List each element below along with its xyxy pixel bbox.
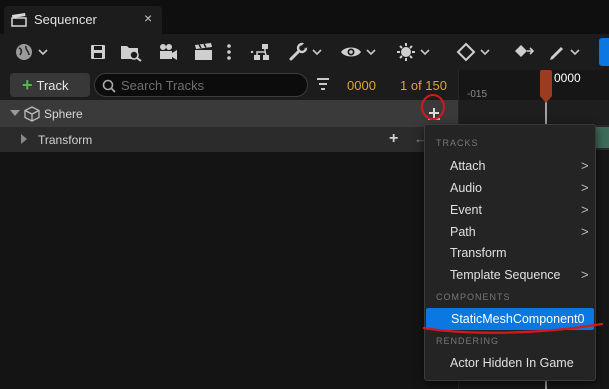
playhead-handle[interactable] [540,70,552,96]
timeline-row-sphere[interactable] [459,100,609,125]
add-track-button[interactable]: + Track [10,73,90,97]
key-add-button[interactable] [512,38,534,66]
render-movie-icon [160,44,177,60]
clapperboard-icon [195,43,212,60]
chevron-down-icon [480,49,490,56]
submenu-arrow-icon: > [581,267,589,282]
chevron-down-icon [366,49,376,56]
hierarchy-icon [251,44,269,60]
section-bar[interactable] [595,127,609,148]
menu-item-audio[interactable]: Audio > [425,177,595,199]
clapperboard-icon [11,13,27,27]
key-add-icon [515,45,534,57]
add-key-plus-icon[interactable]: + [389,130,398,148]
pencil-icon [550,47,563,60]
search-icon [102,79,116,93]
tab-bar: Sequencer × [0,0,609,34]
close-icon[interactable]: × [144,10,152,26]
submenu-arrow-icon: > [581,180,589,195]
search-input[interactable] [121,76,301,94]
track-row-sphere[interactable]: Sphere [0,100,458,127]
hierarchy-button[interactable] [250,38,270,66]
playhead-tip [540,96,552,103]
menu-item-label: Event [450,203,482,217]
submenu-arrow-icon: > [581,158,589,173]
submenu-arrow-icon: > [581,202,589,217]
menu-item-label: Actor Hidden In Game [450,356,574,370]
world-icon [16,44,32,60]
track-bar: + Track 0000 1 of 150 [0,70,458,100]
accent-button-edge[interactable] [599,38,609,66]
menu-item-actor-hidden-in-game[interactable]: Actor Hidden In Game [425,352,595,374]
time-ruler[interactable]: -015 0000 [459,70,609,100]
chevron-down-icon [420,49,430,56]
submenu-arrow-icon: > [581,224,589,239]
chevron-down-icon [570,49,580,56]
plus-icon: + [22,75,33,95]
menu-item-template-sequence[interactable]: Template Sequence > [425,264,595,286]
track-outliner: Sphere Transform + ← [0,100,458,389]
menu-item-attach[interactable]: Attach > [425,155,595,177]
menu-item-event[interactable]: Event > [425,199,595,221]
more-button[interactable] [226,38,232,66]
current-frame[interactable]: 0000 [347,78,376,93]
menu-item-label: Template Sequence [450,268,561,282]
view-button[interactable] [340,38,376,66]
expand-arrow-icon[interactable] [10,110,20,116]
annotation-underline [422,322,604,334]
key-diamond-icon [456,42,476,62]
menu-item-label: Path [450,225,476,239]
menu-item-path[interactable]: Path > [425,221,595,243]
world-button[interactable] [14,38,48,66]
menu-item-label: Audio [450,181,482,195]
cube-icon [24,106,40,122]
pencil-button[interactable] [548,38,580,66]
more-icon [227,44,231,60]
add-track-menu: TRACKS Attach > Audio > Event > Path > T… [424,124,596,381]
menu-item-transform[interactable]: Transform [425,242,595,264]
add-track-label: Track [36,77,69,93]
save-icon [91,45,105,59]
track-name: Sphere [44,107,83,121]
save-button[interactable] [90,38,106,66]
ruler-tick-label: -015 [467,89,488,100]
find-asset-icon [121,46,142,62]
expand-arrow-icon[interactable] [21,134,27,144]
clapperboard-button[interactable] [194,38,214,66]
track-row-transform[interactable]: Transform + ← [0,127,458,152]
menu-section-tracks: TRACKS [436,138,479,148]
tab-title: Sequencer [34,12,97,27]
search-box[interactable] [94,73,308,97]
menu-item-label: Transform [450,246,507,260]
key-interp-button[interactable] [456,38,490,66]
render-movie-button[interactable] [158,38,178,66]
tab-sequencer[interactable]: Sequencer × [4,6,162,34]
eye-icon [341,47,361,57]
menu-item-label: Attach [450,159,486,173]
annotation-circle [421,94,445,120]
menu-section-components: COMPONENTS [436,292,511,302]
filter-icon[interactable] [316,78,330,90]
find-asset-button[interactable] [120,38,142,66]
toolbar [0,34,609,70]
wrench-icon [289,42,308,61]
snap-button[interactable] [396,38,430,66]
track-name: Transform [38,133,93,147]
wrench-button[interactable] [288,38,322,66]
chevron-down-icon [38,49,48,56]
chevron-down-icon [312,49,322,56]
playhead-label: 0000 [554,71,581,85]
frame-count: 1 of 150 [400,78,447,93]
snap-icon [397,43,415,61]
